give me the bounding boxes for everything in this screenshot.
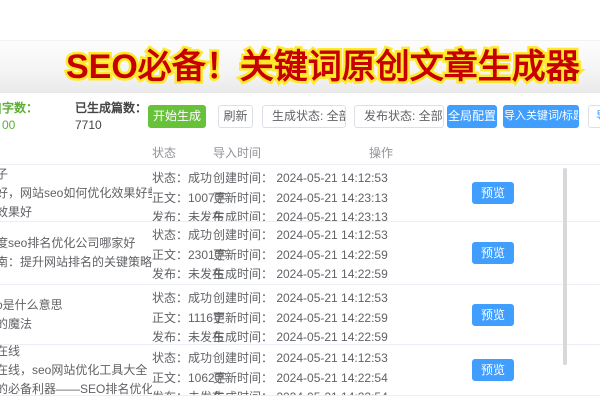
- status-line: 正文：1007字: [152, 189, 213, 209]
- status-line: 发布：未发布: [152, 328, 213, 345]
- cell-action: 预览: [425, 165, 600, 221]
- table-header: 状态 导入时间 操作: [0, 141, 600, 165]
- cell-times: 创建时间： 2024-05-21 14:12:53 更新时间： 2024-05-…: [213, 345, 425, 395]
- cell-action: 预览: [425, 222, 600, 284]
- cell-status: 状态：成功 正文：1007字 发布：未发布: [152, 165, 213, 221]
- toolbar: 字数： 00 已生成篇数： 7710 开始生成 刷新 生成状态: 全部 发布状态…: [0, 93, 600, 141]
- status-line: 正文：1116字: [152, 309, 213, 329]
- status-line: 正文：1062字: [152, 369, 213, 389]
- stat-words-value: 00: [2, 118, 38, 133]
- status-line: 状态：成功: [152, 289, 213, 309]
- header-action: 操作: [369, 145, 393, 161]
- status-line: 状态：成功: [152, 169, 213, 189]
- top-whitespace-bar: [0, 0, 600, 41]
- table-row: 子 好，网站seo如何优化效果好些 效果好 状态：成功 正文：1007字 发布：…: [0, 165, 600, 222]
- time-line: 创建时间： 2024-05-21 14:12:53: [213, 349, 425, 369]
- title-line: 效果好: [0, 203, 152, 222]
- import-keywords-button[interactable]: 导入关键词/标题: [503, 105, 579, 128]
- status-line: 正文：2301字: [152, 246, 213, 266]
- app-window: SEO必备！关键词原创文章生成器（TD 字数： 00 已生成篇数： 7710 开…: [0, 0, 600, 400]
- stat-count-value: 7710: [75, 118, 147, 133]
- preview-button[interactable]: 预览: [472, 359, 514, 381]
- title-line: 度seo排名优化公司哪家好: [0, 234, 152, 253]
- cell-status: 状态：成功 正文：1116字 发布：未发布: [152, 285, 213, 344]
- time-line: 生成时间： 2024-05-21 14:22:54: [213, 388, 425, 396]
- preview-button[interactable]: 预览: [472, 182, 514, 204]
- refresh-button[interactable]: 刷新: [218, 105, 253, 128]
- time-line: 更新时间： 2024-05-21 14:22:59: [213, 309, 425, 329]
- cell-times: 创建时间： 2024-05-21 14:12:53: [213, 396, 425, 400]
- time-line: 更新时间： 2024-05-21 14:22:54: [213, 369, 425, 389]
- start-generate-button[interactable]: 开始生成: [148, 105, 206, 128]
- title-line: 的魔法: [0, 315, 152, 334]
- time-line: 生成时间： 2024-05-21 14:22:59: [213, 265, 425, 285]
- header-import-time: 导入时间: [213, 145, 261, 161]
- stat-remaining-words: 字数： 00: [2, 101, 38, 133]
- stat-count-label: 已生成篇数：: [75, 101, 147, 116]
- time-line: 更新时间： 2024-05-21 14:23:13: [213, 189, 425, 209]
- status-line: 状态：成功: [152, 226, 213, 246]
- title-line: 的必备利器——SEO排名优化工具在线: [0, 380, 152, 396]
- preview-button[interactable]: 预览: [472, 242, 514, 264]
- cell-action: [425, 396, 600, 400]
- time-line: 生成时间： 2024-05-21 14:22:59: [213, 328, 425, 345]
- table-row: 状态：成功 创建时间： 2024-05-21 14:12:53: [0, 396, 600, 400]
- cell-titles: 度seo排名优化公司哪家好 南：提升网站排名的关键策略: [0, 222, 152, 284]
- header-status: 状态: [152, 145, 176, 161]
- stat-generated-count: 已生成篇数： 7710: [75, 101, 147, 133]
- stat-words-label: 字数：: [2, 101, 38, 116]
- publish-status-select[interactable]: 发布状态: 全部: [354, 105, 444, 128]
- time-line: 创建时间： 2024-05-21 14:12:53: [213, 289, 425, 309]
- clipped-right-button[interactable]: 导: [588, 105, 600, 128]
- cell-titles: 子 好，网站seo如何优化效果好些 效果好: [0, 165, 152, 221]
- cell-status: 状态：成功 正文：2301字 发布：未发布: [152, 222, 213, 284]
- cell-titles: 在线 在线，seo网站优化工具大全 的必备利器——SEO排名优化工具在线: [0, 345, 152, 395]
- generate-status-select[interactable]: 生成状态: 全部: [262, 105, 346, 128]
- title-line: o是什么意思: [0, 296, 152, 315]
- cell-action: 预览: [425, 345, 600, 395]
- cell-times: 创建时间： 2024-05-21 14:12:53 更新时间： 2024-05-…: [213, 285, 425, 344]
- status-line: 发布：未发布: [152, 265, 213, 285]
- cell-titles: [0, 396, 152, 400]
- time-line: 创建时间： 2024-05-21 14:12:53: [213, 226, 425, 246]
- time-line: 更新时间： 2024-05-21 14:22:59: [213, 246, 425, 266]
- table-row: o是什么意思 的魔法 状态：成功 正文：1116字 发布：未发布 创建时间： 2…: [0, 285, 600, 345]
- global-config-button[interactable]: 全局配置: [447, 105, 497, 128]
- page-title: SEO必备！关键词原创文章生成器（TD: [66, 39, 600, 95]
- promo-title-band: SEO必备！关键词原创文章生成器（TD: [0, 41, 600, 94]
- title-line: 好，网站seo如何优化效果好些: [0, 184, 152, 203]
- status-line: 发布：未发布: [152, 208, 213, 222]
- title-line: 在线，seo网站优化工具大全: [0, 361, 152, 380]
- table-row: 在线 在线，seo网站优化工具大全 的必备利器——SEO排名优化工具在线 状态：…: [0, 345, 600, 396]
- table-body: 子 好，网站seo如何优化效果好些 效果好 状态：成功 正文：1007字 发布：…: [0, 165, 600, 400]
- cell-status: 状态：成功 正文：1062字 发布：未发布: [152, 345, 213, 395]
- cell-times: 创建时间： 2024-05-21 14:12:53 更新时间： 2024-05-…: [213, 165, 425, 221]
- vertical-scrollbar-thumb[interactable]: [563, 168, 567, 365]
- title-line: 在线: [0, 345, 152, 361]
- table-row: 度seo排名优化公司哪家好 南：提升网站排名的关键策略 状态：成功 正文：230…: [0, 222, 600, 285]
- preview-button[interactable]: 预览: [472, 304, 514, 326]
- title-line: 子: [0, 165, 152, 184]
- cell-status: 状态：成功: [152, 396, 213, 400]
- time-line: 创建时间： 2024-05-21 14:12:53: [213, 169, 425, 189]
- cell-times: 创建时间： 2024-05-21 14:12:53 更新时间： 2024-05-…: [213, 222, 425, 284]
- status-line: 发布：未发布: [152, 388, 213, 396]
- cell-action: 预览: [425, 285, 600, 344]
- title-line: 南：提升网站排名的关键策略: [0, 253, 152, 272]
- cell-titles: o是什么意思 的魔法: [0, 285, 152, 344]
- time-line: 生成时间： 2024-05-21 14:23:13: [213, 208, 425, 222]
- status-line: 状态：成功: [152, 349, 213, 369]
